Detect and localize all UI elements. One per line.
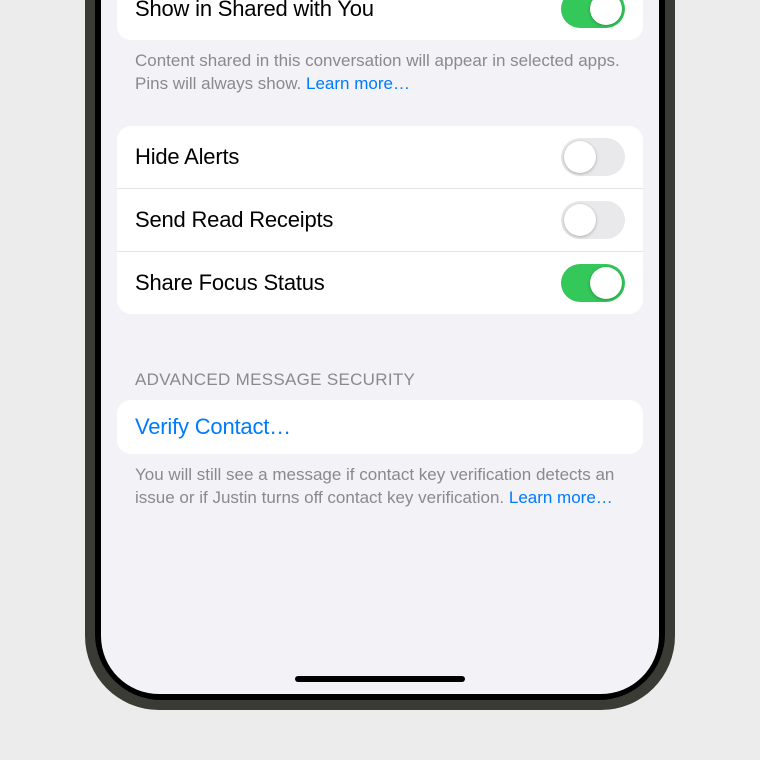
toggle-knob	[590, 0, 622, 25]
send-read-receipts-toggle[interactable]	[561, 201, 625, 239]
security-learn-more-link[interactable]: Learn more…	[509, 488, 613, 507]
settings-screen: Show in Shared with You Content shared i…	[101, 0, 659, 694]
show-in-shared-with-you-toggle[interactable]	[561, 0, 625, 28]
shared-with-you-group: Show in Shared with You	[117, 0, 643, 40]
send-read-receipts-label: Send Read Receipts	[135, 207, 333, 233]
share-focus-status-toggle[interactable]	[561, 264, 625, 302]
alerts-group: Hide Alerts Send Read Receipts Share Foc…	[117, 126, 643, 314]
verify-contact-label: Verify Contact…	[135, 414, 291, 439]
security-group: Verify Contact…	[117, 400, 643, 454]
hide-alerts-row: Hide Alerts	[117, 126, 643, 188]
advanced-message-security-header: ADVANCED MESSAGE SECURITY	[117, 370, 643, 400]
hide-alerts-toggle[interactable]	[561, 138, 625, 176]
share-focus-status-label: Share Focus Status	[135, 270, 325, 296]
shared-with-you-footer: Content shared in this conversation will…	[117, 40, 643, 96]
verify-contact-row[interactable]: Verify Contact…	[117, 400, 643, 454]
phone-frame: Show in Shared with You Content shared i…	[85, 0, 675, 710]
hide-alerts-label: Hide Alerts	[135, 144, 239, 170]
share-focus-status-row: Share Focus Status	[117, 251, 643, 314]
send-read-receipts-row: Send Read Receipts	[117, 188, 643, 251]
home-indicator[interactable]	[295, 676, 465, 682]
security-footer: You will still see a message if contact …	[117, 454, 643, 510]
toggle-knob	[590, 267, 622, 299]
shared-with-you-learn-more-link[interactable]: Learn more…	[306, 74, 410, 93]
toggle-knob	[564, 204, 596, 236]
show-in-shared-with-you-label: Show in Shared with You	[135, 0, 374, 22]
toggle-knob	[564, 141, 596, 173]
show-in-shared-with-you-row: Show in Shared with You	[117, 0, 643, 40]
phone-bezel: Show in Shared with You Content shared i…	[95, 0, 665, 700]
